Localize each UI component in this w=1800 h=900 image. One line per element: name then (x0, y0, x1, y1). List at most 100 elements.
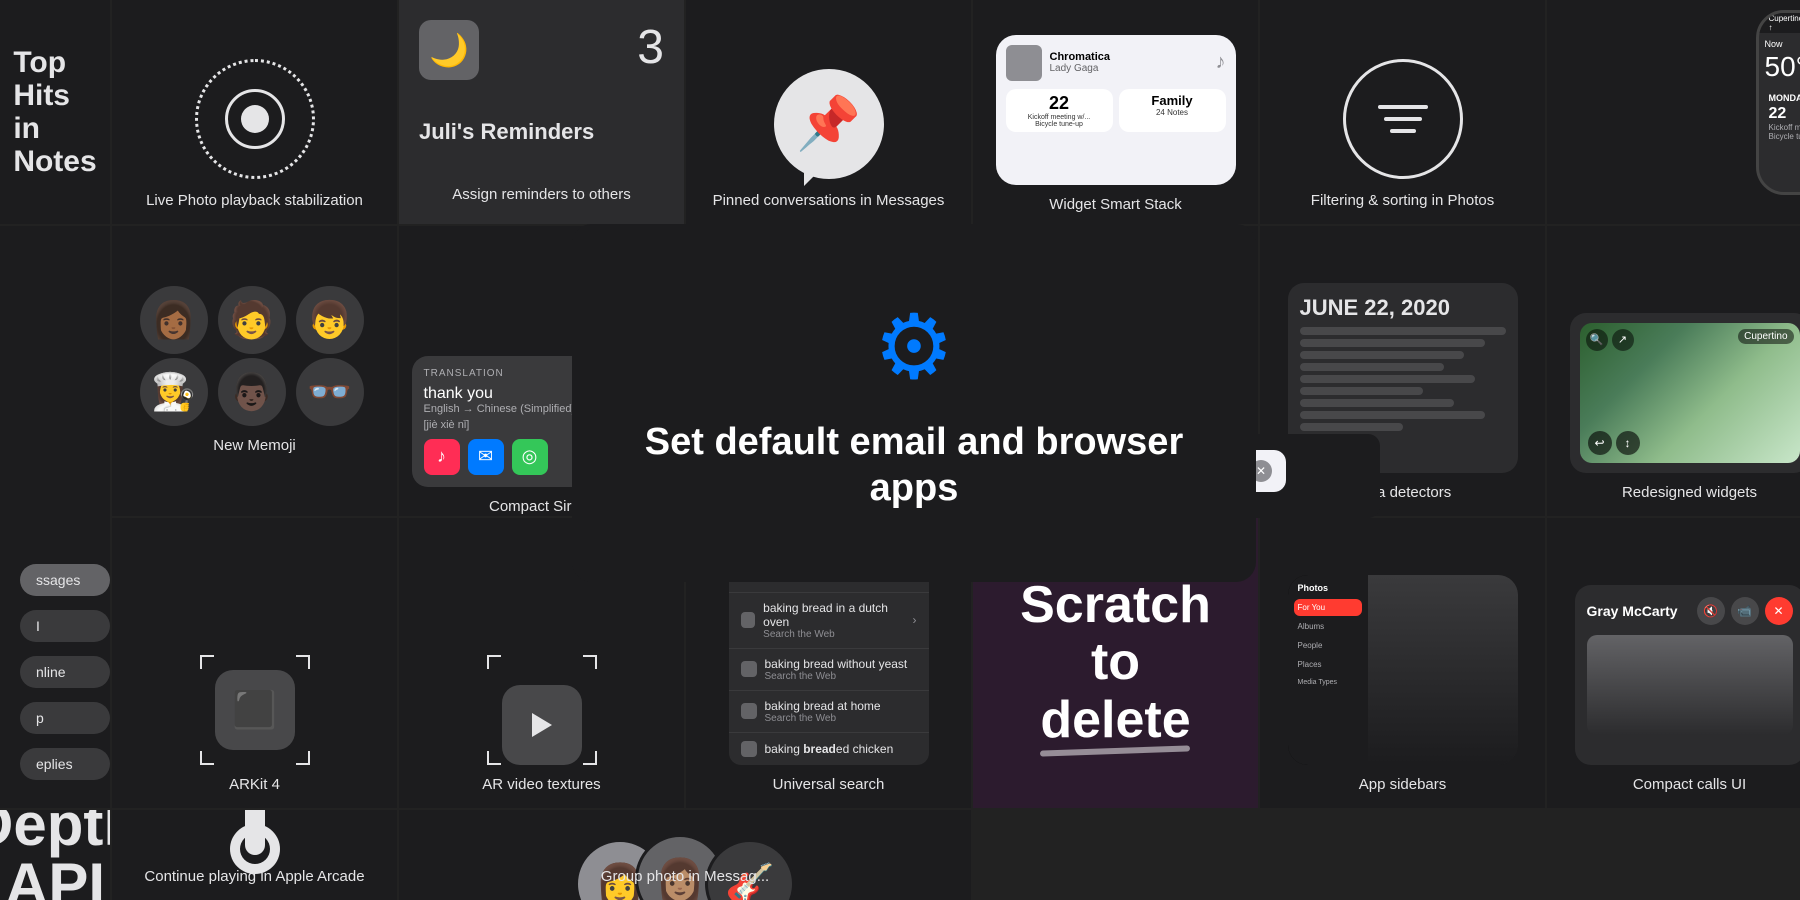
center-default-apps-overlay: ⚙ Set default email and browser apps (572, 224, 1256, 582)
depth-text-2: API (0, 855, 110, 900)
cell-group-photo: 👩 👩🏽 🎸 Group photo in Messag... (399, 810, 971, 900)
live-photo-label: Live Photo playback stabilization (146, 191, 363, 211)
calendar-date: 22 (1049, 93, 1069, 114)
memoji-5: 👨🏿 (218, 358, 286, 426)
app-sidebars-label: App sidebars (1359, 775, 1447, 795)
ar-video-icon (487, 655, 597, 765)
sidebar-item-places[interactable]: Places (1294, 656, 1362, 673)
calendar-item: 22 Kickoff meeting w/... Bicycle tune-up (1006, 89, 1113, 132)
ar-corner-tl (200, 655, 214, 669)
app-sidebar-nav: Photos For You Albums People Places Medi… (1288, 575, 1368, 765)
ar-video-label: AR video textures (482, 775, 600, 795)
filtering-label: Filtering & sorting in Photos (1311, 191, 1494, 211)
top-hits-text: Top Hits in Notes (13, 46, 96, 178)
widget-calendar-row: 22 Kickoff meeting w/... Bicycle tune-up… (1006, 89, 1226, 132)
dd-lines (1300, 327, 1506, 431)
memoji-4: 👩‍🍳 (140, 358, 208, 426)
search-result-5[interactable]: baking bread at homeSearch the Web (729, 691, 929, 733)
ar-corner-bl (200, 751, 214, 765)
reminder-count: 3 (637, 20, 664, 75)
cell-widget-stack: Chromatica Lady Gaga ♪ 22 Kickoff meetin… (973, 0, 1258, 224)
reminders-label: Assign reminders to others (452, 185, 630, 205)
calls-mockup: Gray McCarty 🔇 📹 ✕ (1575, 585, 1800, 765)
universal-search-label: Universal search (773, 775, 885, 795)
music-note-icon: ♪ (1216, 51, 1226, 74)
calls-image (1587, 635, 1793, 735)
result-icon-6 (741, 741, 757, 757)
maps-widget: 🔍 ↗ Cupertino ↩ ↕ (1580, 323, 1800, 463)
cell-new-memoji: 👩🏾 🧑 👦 👩‍🍳 👨🏿 👓 New Memoji (112, 226, 397, 516)
call-mute-btn[interactable]: 🔇 (1697, 597, 1725, 625)
music-title: Chromatica (1050, 51, 1208, 63)
default-apps-text: Set default email and browser apps (602, 420, 1226, 511)
memoji-grid: 👩🏾 🧑 👦 👩‍🍳 👨🏿 👓 (140, 286, 370, 426)
maps-btn-2[interactable]: ↕ (1616, 431, 1640, 455)
ar-video-corner-tr (583, 655, 597, 669)
sidebar-item-media[interactable]: Media Types (1294, 675, 1362, 690)
result-icon-3 (741, 612, 756, 628)
ios-weather-mockup: Cupertino ↑ Heavy rain starting in 9 min… (1756, 10, 1800, 195)
sidebar-item-people[interactable]: People (1294, 637, 1362, 654)
memoji-3: 👦 (296, 286, 364, 354)
reminders-header: 🌙 3 (419, 20, 664, 80)
cell-messages-sidebar: ssages I nline p eplies (0, 226, 110, 808)
filter-icon (1343, 59, 1463, 179)
cell-redesigned-widgets: 🔍 ↗ Cupertino ↩ ↕ Redesigned widgets (1547, 226, 1800, 516)
moon-icon: 🌙 (419, 20, 479, 80)
ar-video-corner-bl (487, 751, 501, 765)
sidebar-mockup: Photos For You Albums People Places Medi… (1288, 575, 1518, 765)
gear-icon-large: ⚙ (874, 295, 955, 400)
ar-corner-br (296, 751, 310, 765)
cell-top-hits: Top Hits in Notes (0, 0, 110, 224)
search-result-4[interactable]: baking bread without yeastSearch the Web (729, 649, 929, 691)
maps-content: 🔍 ↗ Cupertino ↩ ↕ (1580, 323, 1800, 463)
maps-overlay-buttons: ↩ ↕ (1588, 431, 1640, 455)
reminders-title: Juli's Reminders (419, 119, 594, 145)
result-icon-4 (741, 661, 757, 677)
memoji-1: 👩🏾 (140, 286, 208, 354)
maps-search-btn[interactable]: 🔍 (1586, 329, 1608, 351)
call-end-btn[interactable]: ✕ (1765, 597, 1793, 625)
messages-pill: I (20, 610, 110, 642)
cell-continue-arcade: Continue playing in Apple Arcade (112, 810, 397, 900)
arcade-controller-icon (200, 824, 310, 855)
notes-item: Family 24 Notes (1119, 89, 1226, 132)
p-pill: p (20, 702, 110, 734)
ios-widgets: Cupertino ↑ Heavy rain starting in 9 min… (1756, 10, 1800, 201)
maps-btn-1[interactable]: ↩ (1588, 431, 1612, 455)
continue-arcade-label: Continue playing in Apple Arcade (144, 867, 364, 887)
messages-pill: ssages (20, 564, 110, 596)
arkit-corners (200, 655, 310, 765)
cell-ios-right: Cupertino ↑ Heavy rain starting in 9 min… (1547, 0, 1800, 224)
live-photo-inner-icon (225, 89, 285, 149)
search-result-3[interactable]: baking bread in a dutch ovenSearch the W… (729, 593, 929, 649)
memoji-2: 🧑 (218, 286, 286, 354)
group-photo-label: Group photo in Messag... (601, 867, 769, 887)
cell-compact-calls: Gray McCarty 🔇 📹 ✕ Compact calls UI (1547, 518, 1800, 808)
cell-app-sidebars: Photos For You Albums People Places Medi… (1260, 518, 1545, 808)
dd-date: JUNE 22, 2020 (1300, 295, 1506, 321)
call-video-btn[interactable]: 📹 (1731, 597, 1759, 625)
search-result-6[interactable]: baking breaded chicken (729, 733, 929, 765)
maps-route-btn[interactable]: ↗ (1612, 329, 1634, 351)
ar-video-corner-tl (487, 655, 501, 669)
app-main-content (1368, 575, 1518, 765)
filter-lines (1378, 105, 1428, 133)
cell-filtering: Filtering & sorting in Photos (1260, 0, 1545, 224)
music-artist: Lady Gaga (1050, 63, 1208, 74)
live-photo-dot-icon (241, 105, 269, 133)
chat-bubble-icon: 📌 (774, 69, 884, 179)
messages-pills: ssages I nline p eplies (20, 564, 110, 788)
redesigned-widgets-label: Redesigned widgets (1622, 483, 1757, 503)
live-photo-circle-icon (195, 59, 315, 179)
widget-music-row: Chromatica Lady Gaga ♪ (1006, 45, 1226, 81)
music-info: Chromatica Lady Gaga (1050, 51, 1208, 74)
sidebar-item-foryou[interactable]: For You (1294, 599, 1362, 616)
siri-mail-icon: ✉ (468, 439, 504, 475)
replies-pill: eplies (20, 748, 110, 780)
calls-header: Gray McCarty 🔇 📹 ✕ (1587, 597, 1793, 625)
arkit-icon: ⬛ (200, 655, 310, 765)
sidebar-app-title: Photos (1294, 583, 1362, 593)
sidebar-item-albums[interactable]: Albums (1294, 618, 1362, 635)
album-art (1006, 45, 1042, 81)
